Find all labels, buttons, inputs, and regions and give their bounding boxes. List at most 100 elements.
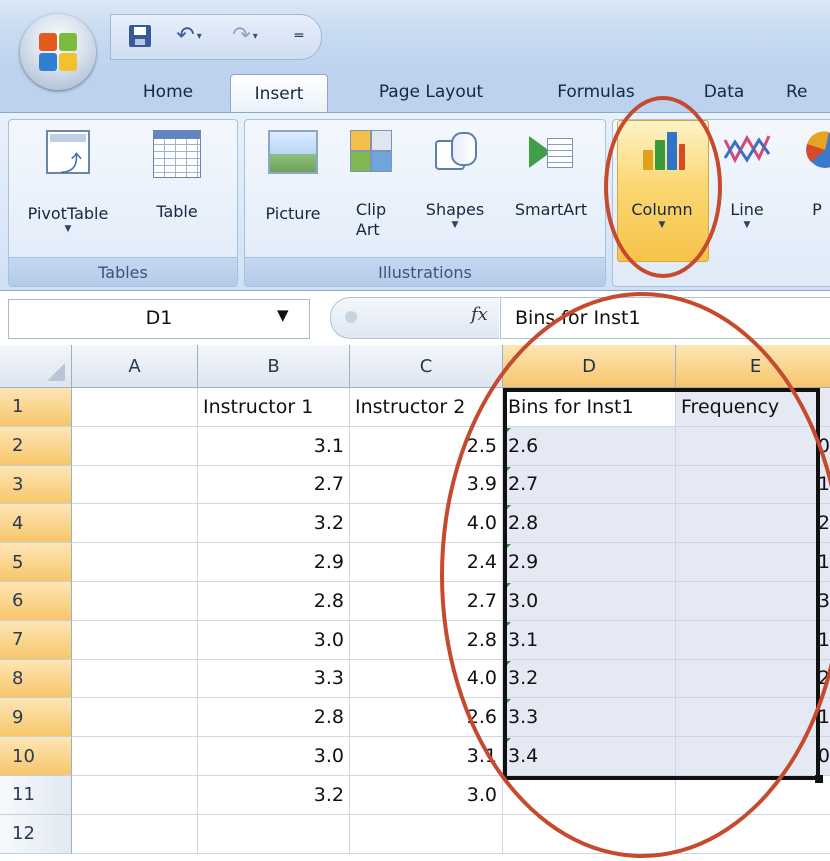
- cell-c2[interactable]: 2.5: [350, 426, 503, 466]
- tab-page-layout[interactable]: Page Layout: [356, 75, 506, 109]
- row-header-5[interactable]: 5: [0, 543, 72, 582]
- name-box-dropdown-icon[interactable]: ▼: [277, 306, 289, 324]
- cell-c1[interactable]: Instructor 2: [350, 388, 503, 427]
- cell-e12[interactable]: [676, 815, 830, 854]
- cell-c9[interactable]: 2.6: [350, 698, 503, 738]
- cell-e1[interactable]: Frequency: [676, 388, 830, 427]
- cell-a10[interactable]: [72, 737, 198, 776]
- cell-e4[interactable]: 2: [676, 504, 830, 544]
- cell-b10[interactable]: 3.0: [198, 737, 350, 776]
- cell-d11[interactable]: [503, 776, 676, 815]
- cell-d3[interactable]: 2.7: [503, 465, 676, 505]
- cell-b4[interactable]: 3.2: [198, 504, 350, 544]
- row-header-4[interactable]: 4: [0, 504, 72, 544]
- tab-data[interactable]: Data: [684, 75, 764, 109]
- shapes-button[interactable]: Shapes ▼: [415, 130, 495, 230]
- name-box[interactable]: D1 ▼: [8, 299, 310, 339]
- cell-b11[interactable]: 3.2: [198, 776, 350, 815]
- cell-a8[interactable]: [72, 659, 198, 699]
- cell-a6[interactable]: [72, 582, 198, 621]
- cell-e2[interactable]: 0: [676, 426, 830, 466]
- cell-a11[interactable]: [72, 776, 198, 815]
- cell-c10[interactable]: 3.1: [350, 737, 503, 776]
- cell-e10[interactable]: 0: [676, 737, 830, 776]
- column-header-b[interactable]: B: [198, 345, 350, 388]
- cell-c4[interactable]: 4.0: [350, 504, 503, 544]
- cell-d12[interactable]: [503, 814, 676, 854]
- cell-d10[interactable]: 3.4: [503, 737, 676, 776]
- column-header-c[interactable]: C: [350, 345, 503, 388]
- cell-b9[interactable]: 2.8: [198, 698, 350, 738]
- cell-d9[interactable]: 3.3: [503, 698, 676, 738]
- cell-b12[interactable]: [198, 814, 350, 854]
- cell-d1[interactable]: Bins for Inst1: [503, 388, 676, 427]
- column-chart-button[interactable]: Column ▼: [617, 130, 707, 230]
- cell-c7[interactable]: 2.8: [350, 620, 503, 660]
- row-header-6[interactable]: 6: [0, 582, 72, 621]
- cell-e11[interactable]: [676, 776, 830, 815]
- picture-button[interactable]: Picture: [253, 130, 333, 224]
- cell-d6[interactable]: 3.0: [503, 582, 676, 621]
- row-header-3[interactable]: 3: [0, 465, 72, 505]
- cell-b2[interactable]: 3.1: [198, 426, 350, 466]
- undo-button[interactable]: ↶ ▾: [167, 21, 211, 51]
- cell-e7[interactable]: 1: [676, 620, 830, 660]
- cell-d7[interactable]: 3.1: [503, 620, 676, 660]
- cell-e5[interactable]: 1: [676, 543, 830, 582]
- clip-art-button[interactable]: Clip Art: [343, 130, 399, 240]
- line-chart-button[interactable]: Line ▼: [717, 130, 777, 230]
- cell-a4[interactable]: [72, 504, 198, 544]
- cell-e9[interactable]: 1: [676, 698, 830, 738]
- cell-d4[interactable]: 2.8: [503, 504, 676, 544]
- tab-formulas[interactable]: Formulas: [536, 75, 656, 109]
- column-header-e[interactable]: E: [676, 345, 830, 388]
- save-button[interactable]: [125, 21, 155, 51]
- formula-input[interactable]: Bins for Inst1: [500, 297, 830, 339]
- cell-c5[interactable]: 2.4: [350, 543, 503, 582]
- cell-b7[interactable]: 3.0: [198, 620, 350, 660]
- cell-e8[interactable]: 2: [676, 659, 830, 699]
- cell-b6[interactable]: 2.8: [198, 582, 350, 621]
- undo-dropdown-icon[interactable]: ▾: [197, 31, 202, 42]
- cell-b3[interactable]: 2.7: [198, 465, 350, 505]
- redo-button[interactable]: ↷ ▾: [223, 21, 267, 51]
- column-header-d[interactable]: D: [503, 345, 676, 388]
- row-header-11[interactable]: 11: [0, 776, 72, 815]
- cell-d5[interactable]: 2.9: [503, 543, 676, 582]
- cell-a1[interactable]: [72, 388, 198, 427]
- cell-b5[interactable]: 2.9: [198, 543, 350, 582]
- table-button[interactable]: Table: [137, 130, 217, 222]
- cell-d8[interactable]: 3.2: [503, 659, 676, 699]
- cell-a5[interactable]: [72, 543, 198, 582]
- customize-qat-button[interactable]: ═: [287, 21, 311, 51]
- cell-c11[interactable]: 3.0: [350, 776, 503, 815]
- cell-a9[interactable]: [72, 698, 198, 738]
- cell-e6[interactable]: 3: [676, 582, 830, 621]
- cell-c6[interactable]: 2.7: [350, 582, 503, 621]
- cell-a7[interactable]: [72, 620, 198, 660]
- redo-dropdown-icon[interactable]: ▾: [253, 31, 258, 42]
- row-header-12[interactable]: 12: [0, 814, 72, 854]
- fill-handle[interactable]: [815, 775, 823, 783]
- cell-b8[interactable]: 3.3: [198, 659, 350, 699]
- pivottable-button[interactable]: PivotTable ▼: [25, 130, 111, 234]
- select-all-button[interactable]: [0, 345, 72, 388]
- tab-review[interactable]: Re: [786, 75, 830, 109]
- cell-e3[interactable]: 1: [676, 465, 830, 505]
- smartart-button[interactable]: SmartArt: [503, 130, 599, 220]
- cell-a12[interactable]: [72, 814, 198, 854]
- row-header-9[interactable]: 9: [0, 698, 72, 738]
- column-header-a[interactable]: A: [72, 345, 198, 388]
- tab-insert[interactable]: Insert: [230, 74, 328, 113]
- office-button[interactable]: [20, 14, 96, 90]
- tab-home[interactable]: Home: [122, 75, 214, 109]
- cell-d2[interactable]: 2.6: [503, 426, 676, 466]
- row-header-7[interactable]: 7: [0, 620, 72, 660]
- cell-a3[interactable]: [72, 465, 198, 505]
- pie-chart-button[interactable]: P: [789, 130, 830, 220]
- formula-bar-expand-icon[interactable]: [345, 311, 357, 323]
- cell-c3[interactable]: 3.9: [350, 465, 503, 505]
- insert-function-button[interactable]: fx: [471, 304, 488, 325]
- cell-c8[interactable]: 4.0: [350, 659, 503, 699]
- cell-a2[interactable]: [72, 426, 198, 466]
